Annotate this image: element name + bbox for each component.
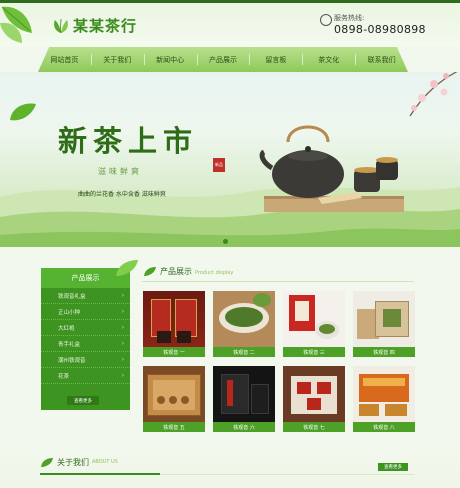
nav-contact[interactable]: 联系我们 xyxy=(355,47,408,72)
leaf-icon xyxy=(144,267,156,276)
nav-news[interactable]: 新闻中心 xyxy=(143,47,197,72)
sidebar-item-4[interactable]: 潮州铁观音 › xyxy=(41,352,130,368)
hero-banner[interactable]: 新茶上市 新品 滋味鲜爽 曲曲的兰花香 水中含香 滋味鲜爽 xyxy=(0,72,460,247)
about-underline xyxy=(40,473,160,475)
sidebar-title-bar: 产品展示 xyxy=(41,260,138,288)
product-card[interactable]: 铁观音 四 xyxy=(353,291,415,357)
sidebar-item-1[interactable]: 正山小种 › xyxy=(41,304,130,320)
product-image xyxy=(143,291,205,347)
product-image xyxy=(283,291,345,347)
about-heading: 关于我们 ABOUT US xyxy=(40,457,118,468)
product-image xyxy=(283,366,345,422)
leaf-icon xyxy=(41,458,53,467)
product-image xyxy=(353,291,415,347)
nav-products[interactable]: 产品展示 xyxy=(196,47,250,72)
red-seal: 新品 xyxy=(213,158,225,172)
sidebar-item-label: 青手礼盒 xyxy=(58,341,81,348)
nav-about[interactable]: 关于我们 xyxy=(90,47,144,72)
divider xyxy=(142,281,414,282)
sidebar-item-label: 花茶 xyxy=(58,373,70,380)
tea-leaf-logo-icon xyxy=(54,18,68,33)
product-caption: 铁观音 三 xyxy=(283,347,345,357)
chevron-right-icon: › xyxy=(121,340,124,347)
divider xyxy=(160,474,414,475)
chevron-right-icon: › xyxy=(121,356,124,363)
chevron-right-icon: › xyxy=(121,372,124,379)
product-image xyxy=(143,366,205,422)
nav-home[interactable]: 网站首页 xyxy=(38,47,91,72)
sidebar-item-3[interactable]: 青手礼盒 › xyxy=(41,336,130,352)
products-subtitle: Product display xyxy=(195,270,234,276)
product-caption: 铁观音 二 xyxy=(213,347,275,357)
products-title: 产品展示 xyxy=(160,267,192,276)
product-image xyxy=(213,366,275,422)
product-caption: 铁观音 四 xyxy=(353,347,415,357)
site-header: 某某茶行 服务热线: 0898-08980898 xyxy=(0,3,460,47)
product-card[interactable]: 铁观音 五 xyxy=(143,366,205,432)
product-card[interactable]: 铁观音 七 xyxy=(283,366,345,432)
product-card[interactable]: 铁观音 三 xyxy=(283,291,345,357)
sidebar-item-2[interactable]: 大红袍 › xyxy=(41,320,130,336)
products-heading: 产品展示 Product display xyxy=(143,266,233,277)
teapot-illustration xyxy=(259,125,404,212)
chevron-right-icon: › xyxy=(121,292,124,299)
product-image xyxy=(353,366,415,422)
sidebar-item-label: 铁观音礼盒 xyxy=(58,293,86,300)
nav-tea-culture[interactable]: 茶文化 xyxy=(302,47,355,72)
sidebar-item-label: 潮州铁观音 xyxy=(58,357,86,364)
leaf-decoration-icon xyxy=(0,6,32,43)
product-card[interactable]: 铁观音 六 xyxy=(213,366,275,432)
sidebar-item-label: 正山小种 xyxy=(58,309,81,316)
hotline-label: 服务热线: xyxy=(334,14,365,22)
product-caption: 铁观音 六 xyxy=(213,422,275,432)
banner-title: 新茶上市 xyxy=(58,124,199,158)
product-sidebar: 产品展示 铁观音礼盒 › 正山小种 › 大红袍 › 青手礼盒 › 潮州铁观音 › 花茶 › … xyxy=(41,260,138,410)
chevron-right-icon: › xyxy=(121,324,124,331)
product-card[interactable]: 铁观音 一 xyxy=(143,291,205,357)
product-card[interactable]: 铁观音 二 xyxy=(213,291,275,357)
nav-guestbook[interactable]: 留言板 xyxy=(249,47,302,72)
product-card[interactable]: 铁观音 八 xyxy=(353,366,415,432)
sidebar-title: 产品展示 xyxy=(71,274,100,282)
site-name: 某某茶行 xyxy=(73,17,138,35)
product-caption: 铁观音 五 xyxy=(143,422,205,432)
product-caption: 铁观音 一 xyxy=(143,347,205,357)
about-subtitle: ABOUT US xyxy=(92,459,118,465)
sidebar-item-label: 大红袍 xyxy=(58,325,75,332)
about-title: 关于我们 xyxy=(57,458,89,467)
product-caption: 铁观音 七 xyxy=(283,422,345,432)
phone-icon xyxy=(320,14,332,26)
sidebar-item-0[interactable]: 铁观音礼盒 › xyxy=(41,288,130,304)
about-more-button[interactable]: 查看更多 xyxy=(378,463,408,471)
sidebar-item-5[interactable]: 花茶 › xyxy=(41,368,130,384)
banner-tagline: 曲曲的兰花香 水中含香 滋味鲜爽 xyxy=(78,191,166,198)
leaf-decoration-icon xyxy=(10,103,36,121)
hotline-number: 0898-08980898 xyxy=(334,23,426,36)
sidebar-more-button[interactable]: 查看更多 xyxy=(67,396,99,405)
banner-subtitle: 滋味鲜爽 xyxy=(98,167,142,176)
product-image xyxy=(213,291,275,347)
product-caption: 铁观音 八 xyxy=(353,422,415,432)
site-logo[interactable]: 某某茶行 xyxy=(52,15,137,36)
carousel-dot[interactable] xyxy=(223,239,228,244)
main-nav: 网站首页 关于我们 新闻中心 产品展示 留言板 茶文化 联系我们 xyxy=(38,47,408,72)
leaf-decoration-icon xyxy=(116,260,138,276)
blossom-branch-graphic xyxy=(409,72,458,117)
chevron-right-icon: › xyxy=(121,308,124,315)
